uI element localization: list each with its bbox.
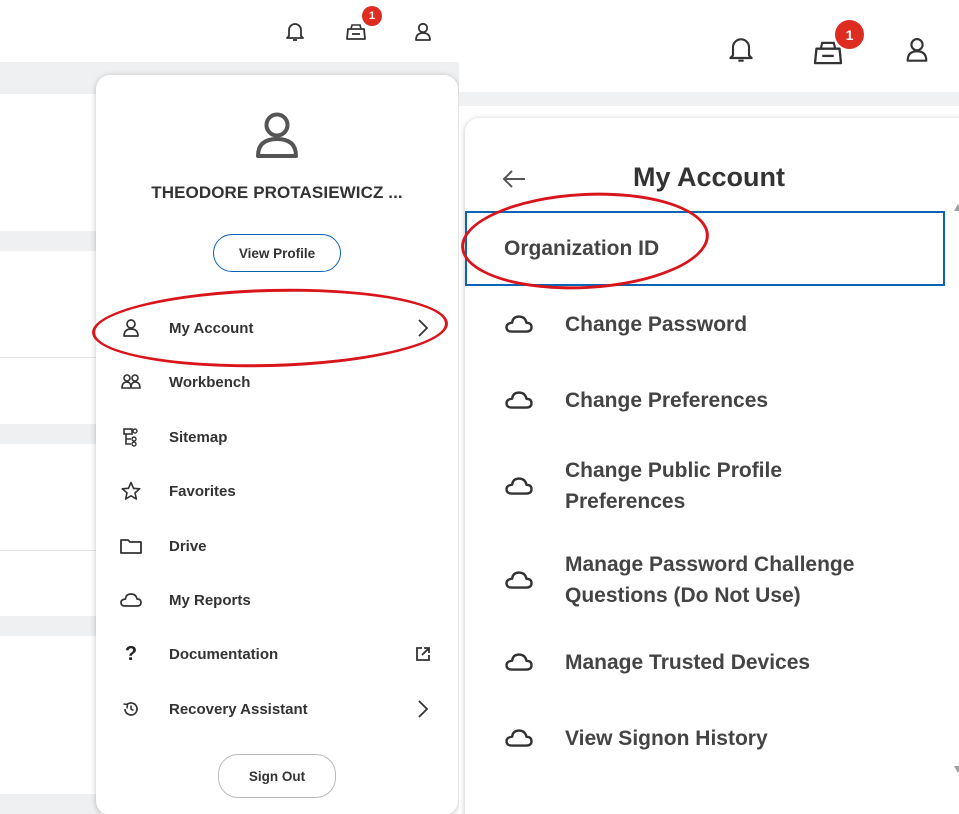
user-name: THEODORE PROTASIEWICZ ... bbox=[151, 183, 403, 202]
account-item-manage-trusted-devices[interactable]: Manage Trusted Devices bbox=[465, 642, 945, 682]
scroll-up-arrow[interactable] bbox=[954, 204, 959, 211]
avatar-icon bbox=[254, 111, 300, 159]
my-account-panel: My Account Organization ID Change Passwo… bbox=[465, 118, 959, 814]
inbox-badge: 1 bbox=[835, 20, 864, 49]
folder-icon bbox=[120, 535, 142, 557]
cloud-icon bbox=[505, 652, 533, 672]
sign-out-button[interactable]: Sign Out bbox=[218, 754, 336, 798]
menu-item-label: Favorites bbox=[169, 482, 236, 500]
account-item-view-signon-history[interactable]: View Signon History bbox=[465, 718, 945, 758]
menu-item-drive[interactable]: Drive bbox=[96, 526, 458, 566]
account-item-change-public-profile-preferences[interactable]: Change Public Profile Preferences bbox=[465, 452, 945, 520]
menu-item-label: Recovery Assistant bbox=[169, 700, 308, 718]
scroll-down-arrow[interactable] bbox=[954, 766, 959, 773]
user-icon[interactable] bbox=[412, 20, 434, 44]
menu-item-sitemap[interactable]: Sitemap bbox=[96, 417, 458, 457]
page-background-bar bbox=[459, 92, 959, 106]
menu-item-label: My Account bbox=[169, 319, 254, 337]
menu-item-label: Workbench bbox=[169, 373, 251, 391]
star-icon bbox=[120, 480, 142, 502]
cloud-icon bbox=[120, 589, 142, 611]
account-item-label: Manage Password Challenge Questions (Do … bbox=[565, 553, 855, 607]
arrow-left-icon[interactable] bbox=[501, 168, 527, 190]
menu-item-my-reports[interactable]: My Reports bbox=[96, 580, 458, 620]
menu-item-documentation[interactable]: ? Documentation bbox=[96, 634, 458, 674]
page-background-strip bbox=[0, 231, 100, 251]
menu-item-label: Drive bbox=[169, 537, 207, 555]
page-background-strip bbox=[0, 616, 100, 636]
menu-item-my-account[interactable]: My Account bbox=[96, 308, 458, 348]
right-screenshot: 1 My Account Organization ID Change Pass… bbox=[459, 0, 959, 814]
user-icon bbox=[120, 317, 142, 339]
page-background-strip bbox=[0, 424, 100, 444]
people-group-icon bbox=[120, 371, 142, 393]
menu-item-favorites[interactable]: Favorites bbox=[96, 471, 458, 511]
view-profile-button[interactable]: View Profile bbox=[213, 234, 341, 272]
menu-item-label: Sitemap bbox=[169, 428, 228, 446]
account-item-change-preferences[interactable]: Change Preferences bbox=[465, 380, 945, 420]
account-item-change-password[interactable]: Change Password bbox=[465, 304, 945, 344]
account-item-manage-password-challenge-questions[interactable]: Manage Password Challenge Questions (Do … bbox=[465, 546, 945, 614]
menu-item-recovery-assistant[interactable]: Recovery Assistant bbox=[96, 689, 458, 729]
account-item-label: Change Password bbox=[565, 312, 748, 336]
profile-menu-panel: THEODORE PROTASIEWICZ ... View Profile M… bbox=[96, 75, 458, 814]
account-item-label: Organization ID bbox=[504, 237, 660, 260]
page-background-strip bbox=[0, 794, 100, 814]
left-screenshot: 1 THEODORE PROTASIEWICZ ... View Profile… bbox=[0, 0, 459, 814]
bell-icon[interactable] bbox=[727, 34, 755, 66]
account-item-label: View Signon History bbox=[565, 726, 768, 750]
page-divider bbox=[0, 357, 100, 358]
panel-title: My Account bbox=[633, 162, 786, 192]
account-item-label: Manage Trusted Devices bbox=[565, 650, 811, 674]
cloud-icon bbox=[505, 476, 533, 496]
inbox-icon[interactable] bbox=[344, 20, 368, 44]
user-icon[interactable] bbox=[903, 34, 931, 66]
page-divider bbox=[0, 550, 100, 551]
inbox-badge: 1 bbox=[362, 6, 382, 26]
menu-item-label: Documentation bbox=[169, 645, 279, 663]
cloud-icon bbox=[505, 314, 533, 334]
cloud-icon bbox=[505, 728, 533, 748]
sitemap-icon bbox=[120, 426, 142, 448]
question-icon: ? bbox=[124, 642, 138, 665]
chevron-right-icon bbox=[418, 700, 428, 718]
bell-icon[interactable] bbox=[284, 20, 306, 44]
cloud-icon bbox=[505, 570, 533, 590]
account-item-label: Change Public Profile Preferences bbox=[565, 459, 783, 513]
account-item-label: Change Preferences bbox=[565, 388, 769, 412]
menu-item-label: My Reports bbox=[169, 591, 251, 609]
chevron-right-icon bbox=[418, 319, 428, 337]
external-link-icon bbox=[416, 647, 430, 661]
account-item-organization-id[interactable]: Organization ID bbox=[465, 211, 945, 286]
menu-item-workbench[interactable]: Workbench bbox=[96, 362, 458, 402]
cloud-icon bbox=[505, 390, 533, 410]
history-icon bbox=[120, 698, 142, 720]
